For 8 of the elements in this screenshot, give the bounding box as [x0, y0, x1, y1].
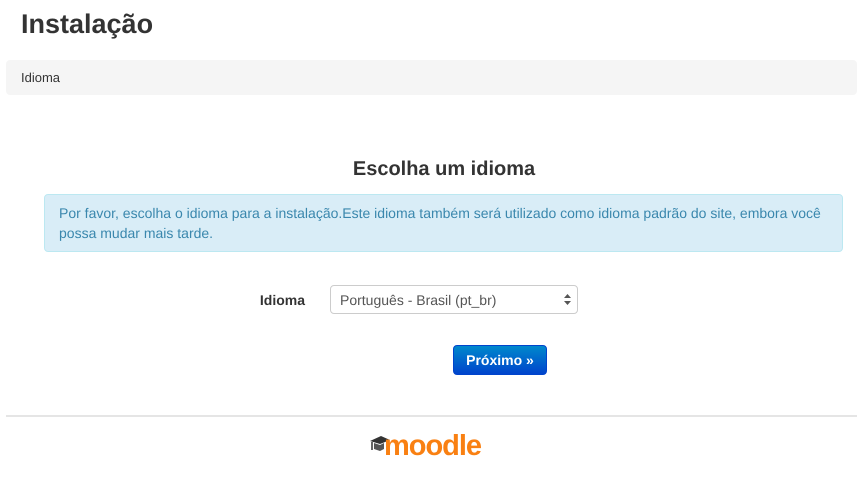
section-heading: Escolha um idioma [352, 157, 536, 181]
language-select[interactable]: Português - Brasil (pt_br) [330, 285, 578, 314]
dropdown-arrows-icon [564, 294, 571, 305]
field-label: Idioma [258, 292, 305, 308]
page-title: Instalação [20, 8, 154, 41]
breadcrumb-item[interactable]: Idioma [21, 70, 60, 85]
info-alert: Por favor, escolha o idioma para a instalação.Este idioma também será utilizado como idioma padrão do site, embora você possa mudar mais tarde. [44, 194, 843, 252]
next-button[interactable]: Próximo » [453, 345, 547, 375]
